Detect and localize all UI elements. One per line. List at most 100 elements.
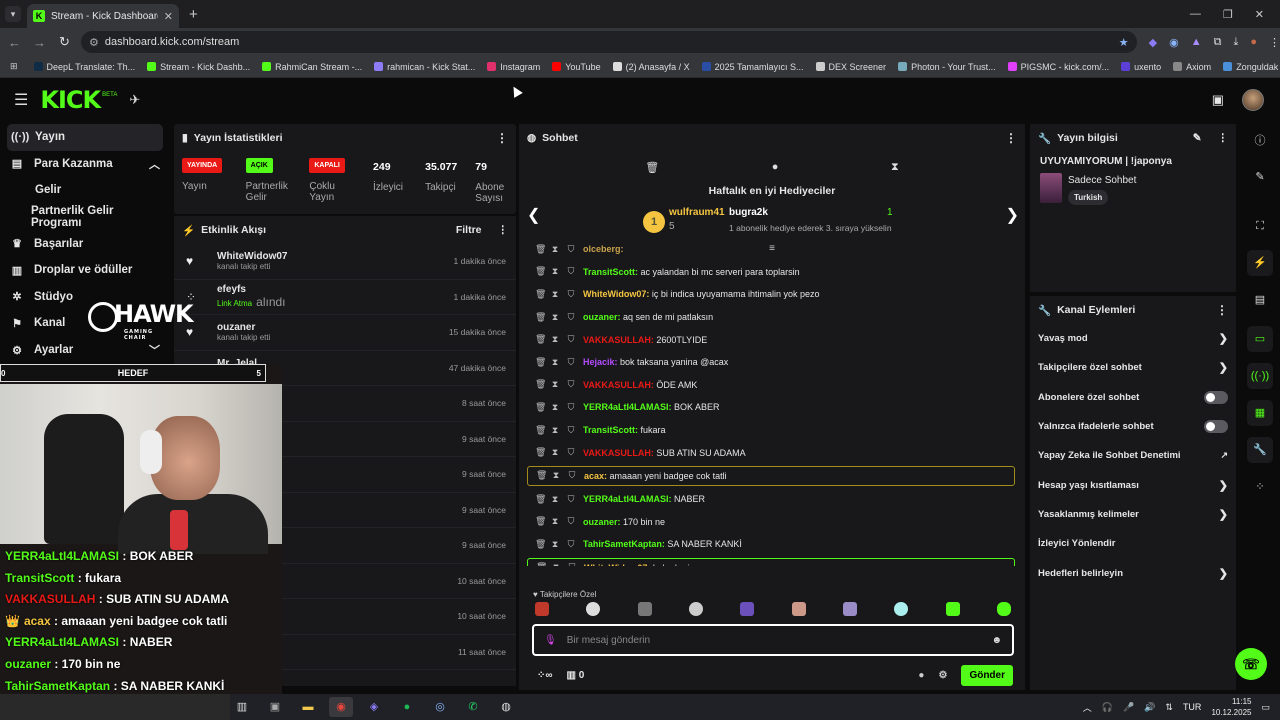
hourglass-icon[interactable]: ⧗ [891,161,899,174]
bookmark[interactable]: Zonguldak İngilizce... [1223,62,1280,72]
chat-settings-bubble-icon[interactable]: ● [918,670,924,681]
chat-username[interactable]: WhiteWidow07: [583,289,649,299]
notification-icon[interactable]: ▭ [1261,702,1270,713]
chat-username[interactable]: YERR4aLtI4LAMASI: [583,494,672,504]
chat-username[interactable]: ouzaner: [583,517,621,527]
channel-action-row[interactable]: Yapay Zeka ile Sohbet Denetimi ↗ [1030,441,1236,470]
trash-icon[interactable]: 🗑 [535,244,546,255]
bookmark[interactable]: DeepL Translate: Th... [33,62,135,72]
chat-username[interactable]: olceberg: [583,244,624,254]
chat-username[interactable]: VAKKASULLAH: [583,335,654,345]
chevron-right-icon[interactable]: ❯ [1006,205,1019,225]
more-icon[interactable]: ⋮ [496,131,508,145]
chat-message[interactable]: 🗑 ⧗ ⛉ YERR4aLtI4LAMASI: NABER [523,488,1019,511]
shield-icon[interactable]: ⛉ [567,494,575,505]
hourglass-icon[interactable]: ⧗ [552,562,560,566]
emote-icon[interactable] [894,602,909,616]
close-window-icon[interactable]: ✕ [1255,8,1264,21]
trash-icon[interactable]: 🗑 [535,357,546,368]
shield-icon[interactable]: ⛉ [567,266,575,277]
more-icon[interactable]: ⋮ [1005,131,1017,145]
kick-logo[interactable]: KICK [40,86,101,114]
chat-message[interactable]: 🗑 ⧗ ⛉ VAKKASULLAH: SUB ATIN SU ADAMA [523,441,1019,464]
url-field[interactable]: ⚙ dashboard.kick.com/stream ★ [80,31,1137,53]
emoji-icon[interactable]: ☻ [991,635,1002,646]
bookmark[interactable]: 2025 Tamamlayıcı S... [701,62,804,72]
emote-icon[interactable] [740,602,755,616]
bookmark[interactable]: Stream - Kick Dashb... [147,62,250,72]
category-name[interactable]: Sadece Sohbet [1068,175,1136,186]
speaker-icon[interactable]: 🔊 [1144,702,1155,713]
chat-message[interactable]: 🗑 ⧗ ⛉ Hejacik: bok taksana yanina @acax [523,351,1019,374]
points-box[interactable]: ▥ 0 [567,670,585,681]
hourglass-icon[interactable]: ⧗ [551,539,559,550]
trash-icon[interactable]: 🗑 [535,334,546,345]
sidebar-item-gelir[interactable]: Gelir [0,177,170,204]
gifter-name[interactable]: wulfraum41 [669,207,725,218]
bookmark[interactable]: Axiom [1173,62,1211,72]
minimize-icon[interactable]: — [1190,8,1201,21]
hamburger-icon[interactable]: ☰ [14,90,28,110]
trash-icon[interactable]: 🗑 [535,516,546,527]
chat-message[interactable]: 🗑 ⧗ ⛉ TransitScott: ac yalandan bi mc serve… [523,261,1019,284]
trash-icon[interactable]: 🗑 [535,312,546,323]
emote-icon[interactable] [945,602,960,616]
extension-icon[interactable]: ◆ [1149,36,1157,49]
trash-icon[interactable]: 🗑 [536,562,547,566]
shield-icon[interactable]: ⛉ [567,312,575,323]
channel-action-row[interactable]: İzleyici Yönlendir [1030,529,1236,558]
folder-icon[interactable]: ▬ [296,697,320,717]
more-icon[interactable]: ⋮ [1218,132,1229,144]
activity-row[interactable]: ♥ WhiteWidow07 kanalı takip etti 1 dakika ö… [174,244,516,280]
chat-username[interactable]: YERR4aLtI4LAMASI: [583,402,672,412]
activity-row[interactable]: ♥ ouzaner kanalı takip etti 15 dakika önce [174,315,516,351]
pin-icon[interactable]: ✈ [129,92,140,108]
bookmark[interactable]: Photon - Your Trust... [898,62,996,72]
chat-username[interactable]: Hejacik: [583,357,618,367]
emote-icon[interactable] [842,602,857,616]
inbox-icon[interactable]: ▣ [1212,92,1224,108]
video-preview[interactable]: 0 HEDEF 5 YERR4aLtI4LAMASI : BOK ABER Trans… [0,364,282,720]
chat-message[interactable]: 🗑 ⧗ ⛉ ouzaner: aq sen de mi patlaksın [523,306,1019,329]
emote-icon[interactable] [791,602,806,616]
bookmark-star-icon[interactable]: ★ [1119,36,1129,49]
infinity-icon[interactable]: ⁘∞ [537,670,553,681]
sidebar-item-yayin[interactable]: ((·)) Yayın [7,124,163,151]
whatsapp-icon[interactable]: ✆ [461,697,485,717]
activity-row[interactable]: ⁘ efeyfs Link Atma alındı 1 dakika önce [174,280,516,315]
chat-username[interactable]: ouzaner: [583,312,621,322]
chat-username[interactable]: VAKKASULLAH: [583,380,654,390]
activity-user[interactable]: ouzaner [217,322,270,333]
edit-icon[interactable]: ✎ [1193,132,1202,144]
discord-icon[interactable]: ◈ [362,697,386,717]
chat-username[interactable]: TahirSametKaptan: [583,539,665,549]
reload-icon[interactable]: ↻ [52,34,77,50]
send-button[interactable]: Gönder [961,664,1013,686]
hourglass-icon[interactable]: ⧗ [551,357,559,368]
menu-icon[interactable]: ⋮ [1269,36,1280,49]
emote-icon[interactable] [996,602,1011,616]
trash-icon[interactable]: 🗑 [535,266,546,277]
toggle-switch[interactable] [1204,420,1228,434]
chat-message[interactable]: 🗑 ⧗ ⛉ acax: amaaan yeni badgee cok tatli [527,465,1015,486]
bookmark[interactable]: DEX Screener [815,62,886,72]
trash-icon[interactable]: 🗑 [535,289,546,300]
chrome-icon[interactable]: ◉ [329,697,353,717]
hourglass-icon[interactable]: ⧗ [551,425,559,436]
more-icon[interactable]: ⋮ [498,224,509,236]
chat-message[interactable]: 🗑 ⧗ ⛉ TahirSametKaptan: SA NABER KANKİ [523,533,1019,556]
avatar[interactable] [1242,89,1264,111]
apps-icon[interactable]: ⊞ [10,61,18,72]
channel-action-row[interactable]: Yavaş mod ❯ [1030,324,1236,353]
emote-icon[interactable] [586,602,601,616]
hourglass-icon[interactable]: ⧗ [551,244,559,255]
gifter-name[interactable]: bugra2k [729,207,768,218]
forward-icon[interactable]: → [27,35,52,50]
wrench-icon[interactable]: 🔧 [1247,437,1273,463]
hourglass-icon[interactable]: ⧗ [551,494,559,505]
hourglass-icon[interactable]: ⧗ [551,402,559,413]
task-view-icon[interactable]: ▥ [230,697,254,717]
chevron-left-icon[interactable]: ❮ [527,205,540,225]
hourglass-icon[interactable]: ⧗ [551,334,559,345]
chat-message[interactable]: 🗑 ⧗ ⛉ WhiteWidow07: iç bi indica uyuyamama … [523,283,1019,306]
